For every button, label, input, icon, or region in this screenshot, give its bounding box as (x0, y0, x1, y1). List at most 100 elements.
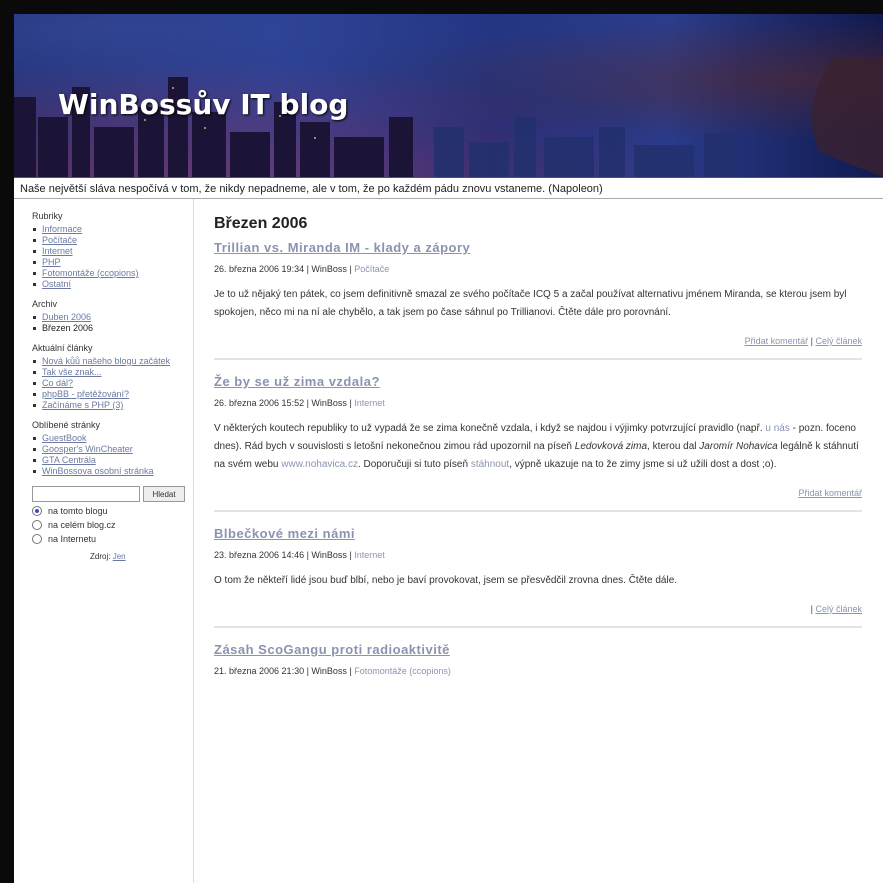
list-item: Začínáme s PHP (3) (32, 400, 193, 410)
radio-icon[interactable] (32, 520, 42, 530)
post-author: WinBoss (311, 666, 347, 676)
post-meta: 26. března 2006 19:34 | WinBoss | Počíta… (214, 264, 390, 274)
post-date: 26. března 2006 15:52 (214, 398, 305, 408)
artist-website-link[interactable]: www.nohavica.cz (281, 459, 358, 470)
archive-list: Duben 2006 Březen 2006 (32, 312, 193, 333)
blog-post: Blbečkové mezi námi 23. března 2006 14:4… (214, 526, 862, 628)
search-scope-option[interactable]: na Internetu (32, 534, 193, 544)
list-item: Fotomontáže (ccopions) (32, 268, 193, 278)
favorites-list: GuestBook Goosper's WinCheater GTA Centr… (32, 433, 193, 476)
post-text: . Doporučuji si tuto píseň (357, 459, 471, 470)
category-link[interactable]: Internet (42, 246, 73, 256)
recent-article-link[interactable]: Začínáme s PHP (3) (42, 400, 123, 410)
list-item: GTA Centrála (32, 455, 193, 465)
search-scope-label: na Internetu (48, 534, 97, 544)
post-excerpt: Je to už nějaký ten pátek, co jsem defin… (214, 289, 847, 318)
full-article-link[interactable]: Celý článek (815, 336, 862, 346)
post-footer: Přidat komentář (214, 488, 862, 498)
download-link[interactable]: stáhnout (471, 459, 509, 470)
post-author: WinBoss (311, 264, 347, 274)
category-link[interactable]: Ostatní (42, 279, 71, 289)
list-item: Duben 2006 (32, 312, 193, 322)
list-item: WinBossova osobní stránka (32, 466, 193, 476)
search-row: Hledat (32, 486, 193, 502)
list-item: PHP (32, 257, 193, 267)
post-author: WinBoss (311, 550, 347, 560)
favorite-link[interactable]: GTA Centrála (42, 455, 96, 465)
photo-link[interactable]: u nás (765, 423, 789, 434)
post-author: WinBoss (311, 398, 347, 408)
post-meta: 21. března 2006 21:30 | WinBoss | Fotomo… (214, 666, 451, 676)
blog-post: Zásah ScoGangu proti radioaktivitě 21. b… (214, 642, 862, 676)
credit-prefix: Zdroj: (90, 552, 111, 561)
post-footer: | Celý článek (810, 604, 862, 614)
tagline: Naše největší sláva nespočívá v tom, že … (14, 177, 883, 199)
post-excerpt: O tom že někteří lidé jsou buď blbí, neb… (214, 575, 678, 586)
list-item: Počítače (32, 235, 193, 245)
categories-heading: Rubriky (32, 211, 63, 221)
post-category-link[interactable]: Internet (354, 398, 385, 408)
search-scope-option[interactable]: na tomto blogu (32, 506, 193, 516)
favorite-link[interactable]: Goosper's WinCheater (42, 444, 133, 454)
post-category-link[interactable]: Fotomontáže (ccopions) (354, 666, 451, 676)
post-title-link[interactable]: Zásah ScoGangu proti radioaktivitě (214, 642, 862, 657)
blog-title[interactable]: WinBossův IT blog (58, 88, 348, 121)
list-item: Tak vše znak... (32, 367, 193, 377)
favorite-link[interactable]: GuestBook (42, 433, 87, 443)
full-article-link[interactable]: Celý článek (815, 604, 862, 614)
list-item: Co dál? (32, 378, 193, 388)
song-title: Ledovková zima (574, 441, 648, 452)
radio-checked-icon[interactable] (32, 506, 42, 516)
archive-link[interactable]: Duben 2006 (42, 312, 91, 322)
artist-name: Jaromír Nohavica (699, 441, 778, 452)
favorite-link[interactable]: WinBossova osobní stránka (42, 466, 154, 476)
post-title-link[interactable]: Blbečkové mezi námi (214, 526, 862, 541)
search-scope-label: na tomto blogu (48, 506, 108, 516)
post-category-link[interactable]: Internet (354, 550, 385, 560)
recent-article-link[interactable]: Tak vše znak... (42, 367, 102, 377)
archive-current: Březen 2006 (42, 323, 94, 333)
post-meta: 23. března 2006 14:46 | WinBoss | Intern… (214, 550, 385, 560)
search-scope-label: na celém blog.cz (48, 520, 116, 530)
list-item: phpBB - přetěžování? (32, 389, 193, 399)
archive-month-title: Březen 2006 (214, 215, 308, 232)
list-item: GuestBook (32, 433, 193, 443)
post-date: 21. března 2006 21:30 (214, 666, 305, 676)
post-text: V některých koutech republiky to už vypa… (214, 423, 766, 434)
list-item: Informace (32, 224, 193, 234)
search-input[interactable] (32, 486, 140, 502)
search-scope-option[interactable]: na celém blog.cz (32, 520, 193, 530)
search-button[interactable]: Hledat (143, 486, 185, 502)
category-link[interactable]: PHP (42, 257, 61, 267)
add-comment-link[interactable]: Přidat komentář (745, 336, 809, 346)
recent-heading: Aktuální články (32, 343, 93, 353)
list-item: Ostatní (32, 279, 193, 289)
recent-list: Nová kůů našeho blogu začátek Tak vše zn… (32, 356, 193, 410)
list-item: Nová kůů našeho blogu začátek (32, 356, 193, 366)
category-link[interactable]: Fotomontáže (ccopions) (42, 268, 139, 278)
credit-link[interactable]: Jen (113, 552, 126, 561)
category-link[interactable]: Informace (42, 224, 82, 234)
blog-header: WinBossův IT blog (14, 14, 883, 177)
post-footer: Přidat komentář | Celý článek (744, 336, 862, 346)
radio-icon[interactable] (32, 534, 42, 544)
recent-article-link[interactable]: Co dál? (42, 378, 73, 388)
add-comment-link[interactable]: Přidat komentář (798, 488, 862, 498)
list-item: Internet (32, 246, 193, 256)
post-category-link[interactable]: Počítače (354, 264, 389, 274)
post-title-link[interactable]: Trillian vs. Miranda IM - klady a zápory (214, 240, 862, 255)
post-excerpt: V některých koutech republiky to už vypa… (214, 420, 862, 474)
recent-article-link[interactable]: Nová kůů našeho blogu začátek (42, 356, 170, 366)
page-columns: Rubriky Informace Počítače Internet PHP … (14, 199, 883, 883)
post-text: , kterou dal (647, 441, 700, 452)
category-link[interactable]: Počítače (42, 235, 77, 245)
post-title-link[interactable]: Že by se už zima vzdala? (214, 374, 862, 389)
search-credit: Zdroj: Jen (32, 552, 193, 561)
blog-post: Že by se už zima vzdala? 26. března 2006… (214, 374, 862, 512)
post-text: , výpně ukazuje na to že zimy jsme si už… (509, 459, 777, 470)
recent-article-link[interactable]: phpBB - přetěžování? (42, 389, 129, 399)
post-meta: 26. března 2006 15:52 | WinBoss | Intern… (214, 398, 385, 408)
sidebar: Rubriky Informace Počítače Internet PHP … (14, 199, 194, 883)
list-item: Goosper's WinCheater (32, 444, 193, 454)
categories-list: Informace Počítače Internet PHP Fotomont… (32, 224, 193, 289)
